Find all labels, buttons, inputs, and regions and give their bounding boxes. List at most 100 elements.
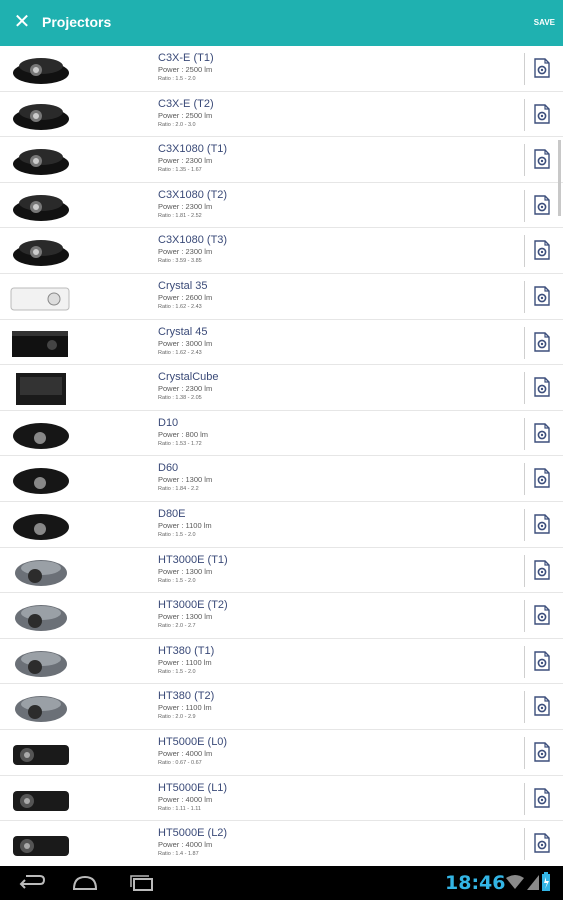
list-item[interactable]: Crystal 35 Power : 2600 lm Ratio : 1.62 - …: [0, 274, 563, 320]
projector-ratio: Ratio : 3.59 - 3.85: [158, 258, 202, 265]
projector-info: HT380 (T1) Power : 1100 lm Ratio : 1.5 - 2…: [158, 645, 498, 676]
projector-power: Power : 4000 lm: [158, 840, 213, 850]
divider: [524, 235, 525, 268]
back-icon[interactable]: [14, 873, 48, 893]
projector-name: HT3000E (T2): [158, 599, 228, 612]
divider: [524, 372, 525, 405]
projector-image: [8, 826, 74, 862]
projector-ratio: Ratio : 1.5 - 2.0: [158, 531, 196, 538]
divider: [524, 189, 525, 222]
home-icon[interactable]: [68, 873, 102, 893]
projector-ratio: Ratio : 2.0 - 3.0: [158, 121, 196, 128]
projector-name: C3X-E (T2): [158, 97, 214, 110]
projector-ratio: Ratio : 2.0 - 2.7: [158, 623, 196, 630]
projector-power: Power : 1300 lm: [158, 475, 213, 485]
document-icon[interactable]: [533, 787, 551, 808]
projector-info: HT5000E (L0) Power : 4000 lm Ratio : 0.67 …: [158, 736, 498, 767]
document-icon[interactable]: [533, 651, 551, 671]
document-icon[interactable]: [533, 58, 551, 78]
divider: [524, 600, 525, 633]
projector-info: D60 Power : 1300 lm Ratio : 1.84 - 2.2: [158, 462, 498, 493]
list-item[interactable]: C3X-E (T1) Power : 2500 lm Ratio : 1.5 - 2…: [0, 46, 563, 92]
document-icon[interactable]: [533, 195, 551, 215]
document-icon[interactable]: [533, 377, 551, 397]
list-item[interactable]: C3X1080 (T3) Power : 2300 lm Ratio : 3.59 …: [0, 228, 563, 274]
list-item[interactable]: HT380 (T1) Power : 1100 lm Ratio : 1.5 - 2…: [0, 639, 563, 685]
projector-info: C3X1080 (T2) Power : 2300 lm Ratio : 1.81 …: [158, 189, 498, 220]
projector-image: [8, 781, 74, 817]
divider: [524, 98, 525, 131]
document-icon[interactable]: [533, 514, 551, 534]
projector-ratio: Ratio : 1.5 - 2.0: [158, 668, 196, 675]
divider: [524, 736, 525, 769]
divider: [524, 53, 525, 85]
projector-power: Power : 4000 lm: [158, 748, 213, 758]
divider: [524, 645, 525, 678]
battery-icon: [542, 872, 550, 891]
projector-info: CrystalCube Power : 2300 lm Ratio : 1.38 -…: [158, 371, 498, 402]
projector-image: [8, 461, 74, 497]
projector-name: C3X1080 (T3): [158, 234, 228, 247]
list-item[interactable]: D10 Power : 800 lm Ratio : 1.53 - 1.72: [0, 411, 563, 457]
document-icon[interactable]: [533, 423, 551, 443]
scrollbar[interactable]: [558, 140, 561, 216]
projector-ratio: Ratio : 1.35 - 1.67: [158, 167, 202, 174]
status-clock: 18:46: [445, 872, 506, 894]
document-icon[interactable]: [533, 742, 551, 762]
signal-icon: [527, 875, 539, 890]
projector-name: C3X-E (T1): [158, 52, 214, 64]
projector-name: CrystalCube: [158, 371, 219, 384]
document-icon[interactable]: [533, 559, 551, 580]
list-item[interactable]: HT380 (T2) Power : 1100 lm Ratio : 2.0 - 2…: [0, 684, 563, 730]
projector-image: [8, 279, 74, 315]
divider: [524, 554, 525, 587]
projector-info: HT3000E (T1) Power : 1300 lm Ratio : 1.5 -…: [158, 554, 498, 585]
save-button[interactable]: SAVE: [534, 18, 555, 27]
list-item[interactable]: C3X-E (T2) Power : 2500 lm Ratio : 2.0 - 3…: [0, 92, 563, 138]
projector-info: C3X-E (T1) Power : 2500 lm Ratio : 1.5 - 2…: [158, 52, 498, 83]
projector-name: HT5000E (L2): [158, 827, 228, 840]
projector-info: C3X-E (T2) Power : 2500 lm Ratio : 2.0 - 3…: [158, 98, 498, 129]
projector-info: D10 Power : 800 lm Ratio : 1.53 - 1.72: [158, 417, 498, 448]
document-icon[interactable]: [533, 286, 551, 306]
projector-list[interactable]: C3X-E (T1) Power : 2500 lm Ratio : 1.5 - 2…: [0, 46, 563, 866]
projector-info: C3X1080 (T3) Power : 2300 lm Ratio : 3.59 …: [158, 234, 498, 265]
projector-info: Crystal 45 Power : 3000 lm Ratio : 1.62 - …: [158, 326, 498, 357]
divider: [524, 417, 525, 450]
list-item[interactable]: HT3000E (T1) Power : 1300 lm Ratio : 1.5 -…: [0, 548, 563, 594]
projector-ratio: Ratio : 1.62 - 2.43: [158, 303, 202, 310]
document-icon[interactable]: [533, 149, 551, 169]
page-title: Projectors: [42, 14, 112, 30]
list-item[interactable]: Crystal 45 Power : 3000 lm Ratio : 1.62 - …: [0, 320, 563, 366]
projector-ratio: Ratio : 0.67 - 0.67: [158, 759, 202, 766]
projector-name: C3X1080 (T1): [158, 143, 228, 156]
projector-ratio: Ratio : 1.38 - 2.05: [158, 395, 202, 402]
projector-power: Power : 1300 lm: [158, 612, 213, 622]
document-icon[interactable]: [533, 103, 551, 124]
document-icon[interactable]: [533, 240, 551, 261]
recent-apps-icon[interactable]: [125, 873, 159, 893]
projector-power: Power : 2600 lm: [158, 292, 213, 302]
list-item[interactable]: HT5000E (L2) Power : 4000 lm Ratio : 1.4 -…: [0, 821, 563, 866]
document-icon[interactable]: [533, 331, 551, 352]
document-icon[interactable]: [533, 605, 551, 625]
document-icon[interactable]: [533, 468, 551, 489]
projector-ratio: Ratio : 1.4 - 1.87: [158, 851, 199, 858]
projector-image: [8, 689, 74, 725]
projector-ratio: Ratio : 1.5 - 2.0: [158, 76, 196, 82]
document-icon[interactable]: [533, 696, 551, 717]
list-item[interactable]: D80E Power : 1100 lm Ratio : 1.5 - 2.0: [0, 502, 563, 548]
close-icon[interactable]: ✕: [12, 11, 32, 33]
projector-power: Power : 2300 lm: [158, 247, 213, 257]
list-item[interactable]: CrystalCube Power : 2300 lm Ratio : 1.38 -…: [0, 365, 563, 411]
document-icon[interactable]: [533, 833, 551, 853]
list-item[interactable]: C3X1080 (T2) Power : 2300 lm Ratio : 1.81 …: [0, 183, 563, 229]
list-item[interactable]: C3X1080 (T1) Power : 2300 lm Ratio : 1.35 …: [0, 137, 563, 183]
list-item[interactable]: HT3000E (T2) Power : 1300 lm Ratio : 2.0 -…: [0, 593, 563, 639]
list-item[interactable]: HT5000E (L1) Power : 4000 lm Ratio : 1.11 …: [0, 776, 563, 822]
list-item[interactable]: HT5000E (L0) Power : 4000 lm Ratio : 0.67 …: [0, 730, 563, 776]
list-item[interactable]: D60 Power : 1300 lm Ratio : 1.84 - 2.2: [0, 456, 563, 502]
projector-image: [8, 598, 74, 634]
projector-power: Power : 1100 lm: [158, 657, 212, 667]
wifi-icon: [506, 875, 524, 889]
